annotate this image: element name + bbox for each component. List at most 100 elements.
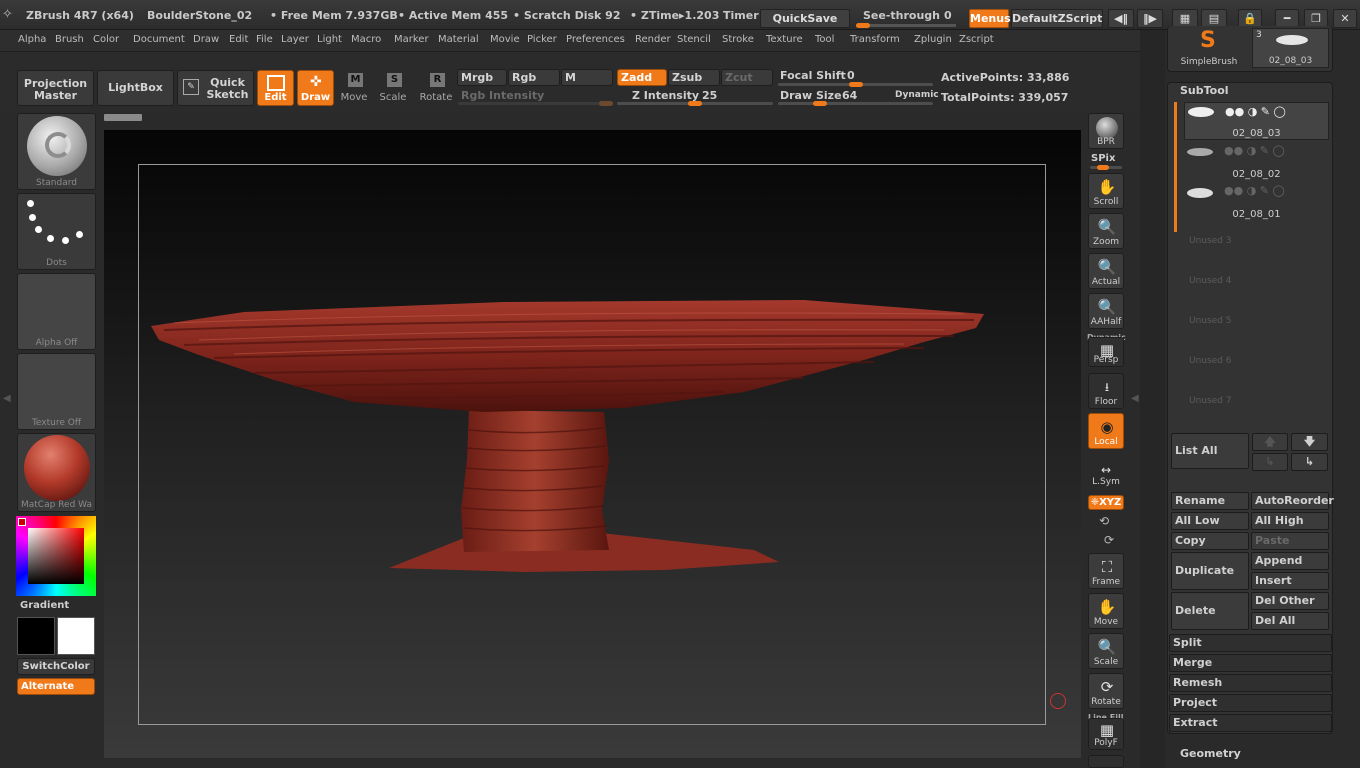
secondary-color-swatch[interactable] bbox=[57, 617, 95, 655]
left-panel-tab[interactable] bbox=[104, 114, 142, 121]
merge-section[interactable]: Merge bbox=[1169, 654, 1332, 672]
focal-shift-knob[interactable] bbox=[849, 82, 863, 87]
draw-button[interactable]: ✜ Draw bbox=[297, 70, 334, 106]
menu-marker[interactable]: Marker bbox=[394, 34, 429, 45]
menu-zscript[interactable]: Zscript bbox=[959, 34, 994, 45]
move-up-icon[interactable]: 🡅 bbox=[1252, 433, 1288, 451]
del-other-button[interactable]: Del Other bbox=[1251, 592, 1329, 610]
menu-picker[interactable]: Picker bbox=[527, 34, 557, 45]
menu-preferences[interactable]: Preferences bbox=[566, 34, 625, 45]
insert-button[interactable]: Insert bbox=[1251, 572, 1329, 590]
frame-button[interactable]: ⛶ Frame bbox=[1088, 553, 1124, 589]
all-low-button[interactable]: All Low bbox=[1171, 512, 1249, 530]
menu-file[interactable]: File bbox=[256, 34, 273, 45]
auto-reorder-button[interactable]: AutoReorder bbox=[1251, 492, 1334, 510]
scroll-right-icon[interactable]: ‖▶ bbox=[1137, 9, 1163, 28]
subtool-row-2[interactable]: ●● ◑ ✎ ◯ 02_08_02 bbox=[1184, 142, 1329, 180]
subtool-row-3[interactable]: ●● ◑ ✎ ◯ 02_08_01 bbox=[1184, 182, 1329, 220]
remesh-section[interactable]: Remesh bbox=[1169, 674, 1332, 692]
menu-draw[interactable]: Draw bbox=[193, 34, 219, 45]
polyf-button[interactable]: ▦ PolyF bbox=[1088, 718, 1124, 750]
project-section[interactable]: Project bbox=[1169, 694, 1332, 712]
menus-button[interactable]: Menus bbox=[969, 9, 1011, 28]
close-icon[interactable]: ✕ bbox=[1333, 9, 1357, 28]
rename-button[interactable]: Rename bbox=[1171, 492, 1249, 510]
append-button[interactable]: Append bbox=[1251, 552, 1329, 570]
split-section[interactable]: Split bbox=[1169, 634, 1332, 652]
menu-material[interactable]: Material bbox=[438, 34, 479, 45]
quick-sketch-button[interactable]: ✎ Quick Sketch bbox=[177, 70, 254, 106]
move-up-alt-icon[interactable]: ↳ bbox=[1252, 453, 1288, 471]
alpha-thumbnail[interactable]: Alpha Off bbox=[17, 273, 96, 350]
alternate-button[interactable]: Alternate bbox=[17, 678, 95, 695]
draw-size-slider[interactable] bbox=[778, 102, 933, 105]
see-through-slider[interactable] bbox=[856, 23, 956, 28]
material-thumbnail[interactable]: MatCap Red Wa bbox=[17, 433, 96, 512]
delete-button[interactable]: Delete bbox=[1171, 592, 1249, 630]
zsub-button[interactable]: Zsub bbox=[668, 69, 720, 86]
simple-brush-thumb[interactable]: S SimpleBrush bbox=[1176, 28, 1242, 68]
zcut-button[interactable]: Zcut bbox=[721, 69, 773, 86]
right-collapse-icon[interactable]: ◀ bbox=[1131, 393, 1139, 404]
lsym-button[interactable]: ↔ L.Sym bbox=[1088, 460, 1124, 488]
move-down-icon[interactable]: 🡇 bbox=[1291, 433, 1328, 451]
menu-zplugin[interactable]: Zplugin bbox=[914, 34, 952, 45]
menu-color[interactable]: Color bbox=[93, 34, 119, 45]
menu-alpha[interactable]: Alpha bbox=[18, 34, 46, 45]
menu-stencil[interactable]: Stencil bbox=[677, 34, 711, 45]
duplicate-button[interactable]: Duplicate bbox=[1171, 552, 1249, 590]
all-high-button[interactable]: All High bbox=[1251, 512, 1329, 530]
rgb-intensity-slider[interactable] bbox=[458, 102, 613, 105]
menu-brush[interactable]: Brush bbox=[55, 34, 84, 45]
menu-movie[interactable]: Movie bbox=[490, 34, 520, 45]
move-view-button[interactable]: ✋ Move bbox=[1088, 593, 1124, 629]
primary-color-swatch[interactable] bbox=[17, 617, 55, 655]
quicksave-button[interactable]: QuickSave bbox=[760, 9, 850, 28]
rotate-view-button[interactable]: ⟳ Rotate bbox=[1088, 673, 1124, 709]
menu-texture[interactable]: Texture bbox=[766, 34, 803, 45]
scale-view-button[interactable]: 🔍 Scale bbox=[1088, 633, 1124, 669]
paste-button[interactable]: Paste bbox=[1251, 532, 1329, 550]
rgb-button[interactable]: Rgb bbox=[508, 69, 560, 86]
actual-button[interactable]: 🔍 Actual bbox=[1088, 253, 1124, 289]
mrgb-button[interactable]: Mrgb bbox=[457, 69, 507, 86]
move-down-alt-icon[interactable]: ↳ bbox=[1291, 453, 1328, 471]
menu-transform[interactable]: Transform bbox=[850, 34, 900, 45]
stroke-thumbnail[interactable]: Dots bbox=[17, 193, 96, 270]
scroll-left-icon[interactable]: ◀‖ bbox=[1108, 9, 1134, 28]
m-button[interactable]: M bbox=[561, 69, 613, 86]
switch-color-button[interactable]: SwitchColor bbox=[17, 658, 95, 675]
floor-button[interactable]: ⭳ Floor bbox=[1088, 373, 1124, 409]
menu-stroke[interactable]: Stroke bbox=[722, 34, 754, 45]
menu-document[interactable]: Document bbox=[133, 34, 185, 45]
current-tool-thumb[interactable]: 3 02_08_03 bbox=[1252, 28, 1329, 68]
persp-button[interactable]: ▦ Persp bbox=[1088, 337, 1124, 367]
extract-section[interactable]: Extract bbox=[1169, 714, 1332, 732]
brush-thumbnail[interactable]: Standard bbox=[17, 113, 96, 190]
rotate-z-icon[interactable]: ⟳ bbox=[1104, 533, 1114, 547]
list-all-button[interactable]: List All bbox=[1171, 433, 1249, 469]
lightbox-button[interactable]: LightBox bbox=[97, 70, 174, 106]
subtool-scrollbar[interactable] bbox=[1174, 102, 1177, 232]
edit-button[interactable]: Edit bbox=[257, 70, 294, 106]
bpr-button[interactable]: BPR bbox=[1088, 113, 1124, 149]
rgb-intensity-knob[interactable] bbox=[599, 101, 613, 106]
transp-button[interactable] bbox=[1088, 755, 1124, 768]
scroll-button[interactable]: ✋ Scroll bbox=[1088, 173, 1124, 209]
zadd-button[interactable]: Zadd bbox=[617, 69, 667, 86]
zoom-button[interactable]: 🔍 Zoom bbox=[1088, 213, 1124, 249]
spix-knob[interactable] bbox=[1097, 165, 1109, 170]
gradient-label[interactable]: Gradient bbox=[20, 600, 69, 611]
aahalf-button[interactable]: 🔍 AAHalf bbox=[1088, 293, 1124, 329]
del-all-button[interactable]: Del All bbox=[1251, 612, 1329, 630]
menu-light[interactable]: Light bbox=[317, 34, 342, 45]
local-button[interactable]: ◉ Local bbox=[1088, 413, 1124, 449]
menu-tool[interactable]: Tool bbox=[815, 34, 834, 45]
default-zscript-button[interactable]: DefaultZScript bbox=[1011, 9, 1103, 28]
subtool-title[interactable]: SubTool bbox=[1180, 84, 1229, 97]
subtool-row-1[interactable]: ●● ◑ ✎ ◯ 02_08_03 bbox=[1184, 102, 1329, 140]
z-intensity-knob[interactable] bbox=[688, 101, 702, 106]
left-collapse-icon[interactable]: ◀ bbox=[3, 393, 11, 404]
copy-button[interactable]: Copy bbox=[1171, 532, 1249, 550]
xyz-button[interactable]: ❈XYZ bbox=[1088, 495, 1124, 510]
